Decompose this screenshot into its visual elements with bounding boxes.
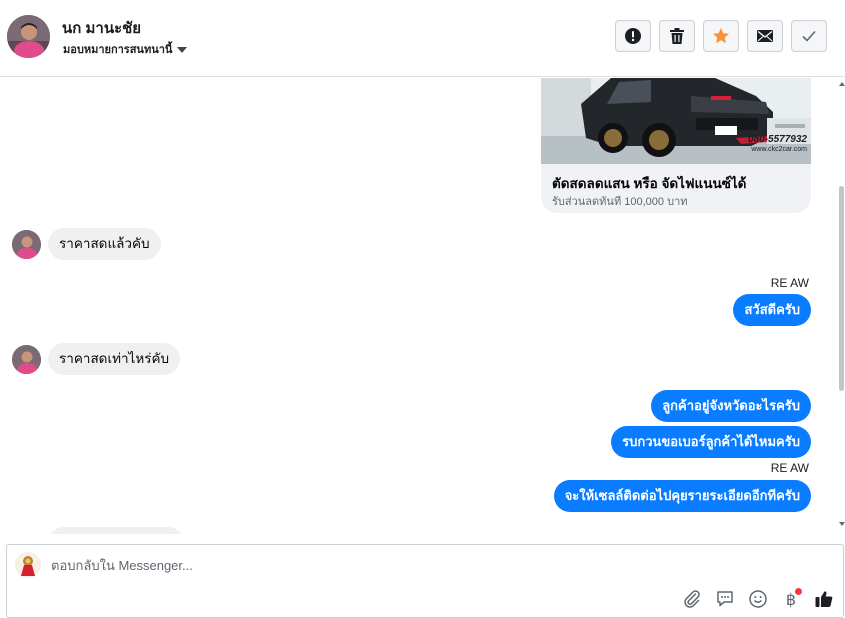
message-sender-label: RE AW	[770, 461, 809, 475]
contact-avatar-small	[12, 345, 41, 374]
trash-icon	[670, 28, 684, 44]
mark-spam-button[interactable]	[615, 20, 651, 52]
emoji-button[interactable]	[747, 588, 769, 610]
message-thread[interactable]: 080-5577932 www.ckc2car.com ตัดสดลดแสน ห…	[0, 78, 845, 534]
like-button[interactable]	[813, 588, 835, 610]
outgoing-message: สวัสดีครับ	[733, 294, 811, 326]
incoming-message: ราคาสดแล้วคับ	[48, 228, 161, 260]
thread-scrollbar[interactable]	[838, 78, 845, 534]
assign-label: มอบหมายการสนทนานี้	[63, 44, 173, 56]
assign-conversation-dropdown[interactable]: มอบหมายการสนทนานี้	[63, 40, 188, 58]
star-button[interactable]	[703, 20, 739, 52]
attach-file-button[interactable]	[681, 588, 703, 610]
paperclip-icon	[684, 590, 700, 608]
mark-done-button[interactable]	[791, 20, 827, 52]
page-avatar	[15, 552, 41, 578]
notification-dot	[795, 588, 802, 595]
ad-watermark-phone: 080-5577932	[748, 134, 807, 145]
ad-card-title: ตัดสดลดแสน หรือ จัดไฟแนนซ์ได้	[552, 176, 747, 191]
ad-watermark-site: www.ckc2car.com	[751, 146, 807, 153]
saved-reply-button[interactable]	[714, 588, 736, 610]
mark-unread-button[interactable]	[747, 20, 783, 52]
outgoing-message: รบกวนขอเบอร์ลูกค้าได้ไหมครับ	[611, 426, 811, 458]
incoming-message-partial	[48, 527, 184, 534]
incoming-message: ราคาสดเท่าไหร่คับ	[48, 343, 181, 375]
emoji-icon	[749, 590, 767, 608]
check-icon	[802, 30, 816, 42]
ad-card-subtitle: รับส่วนลดทันที 100,000 บาท	[552, 196, 688, 208]
contact-name: นก มานะชัย	[62, 20, 142, 37]
ad-card[interactable]: 080-5577932 www.ckc2car.com ตัดสดลดแสน ห…	[541, 78, 811, 213]
scroll-down-arrow-icon[interactable]	[839, 522, 845, 526]
caret-down-icon	[177, 46, 188, 53]
contact-avatar-small	[12, 230, 41, 259]
scroll-up-arrow-icon[interactable]	[839, 82, 845, 86]
header-actions	[615, 20, 827, 52]
scroll-thumb[interactable]	[839, 186, 844, 391]
contact-avatar[interactable]	[7, 15, 50, 58]
outgoing-message: จะให้เซลล์ติดต่อไปคุยรายระเอียดอีกทีครับ	[553, 480, 811, 512]
star-icon	[713, 28, 729, 44]
message-sender-label: RE AW	[770, 276, 809, 290]
delete-button[interactable]	[659, 20, 695, 52]
payment-button[interactable]: ฿	[780, 588, 802, 610]
reply-composer: ฿	[6, 544, 844, 618]
exclamation-icon	[625, 28, 641, 44]
composer-tools: ฿	[681, 588, 835, 610]
ad-card-image: 080-5577932 www.ckc2car.com	[541, 78, 811, 164]
outgoing-message: ลูกค้าอยู่จังหวัดอะไรครับ	[651, 390, 811, 422]
saved-reply-icon	[717, 591, 733, 607]
thumbs-up-icon	[815, 591, 833, 607]
envelope-icon	[757, 30, 773, 42]
reply-input[interactable]	[51, 555, 651, 575]
conversation-header: นก มานะชัย มอบหมายการสนทนานี้	[0, 0, 845, 77]
